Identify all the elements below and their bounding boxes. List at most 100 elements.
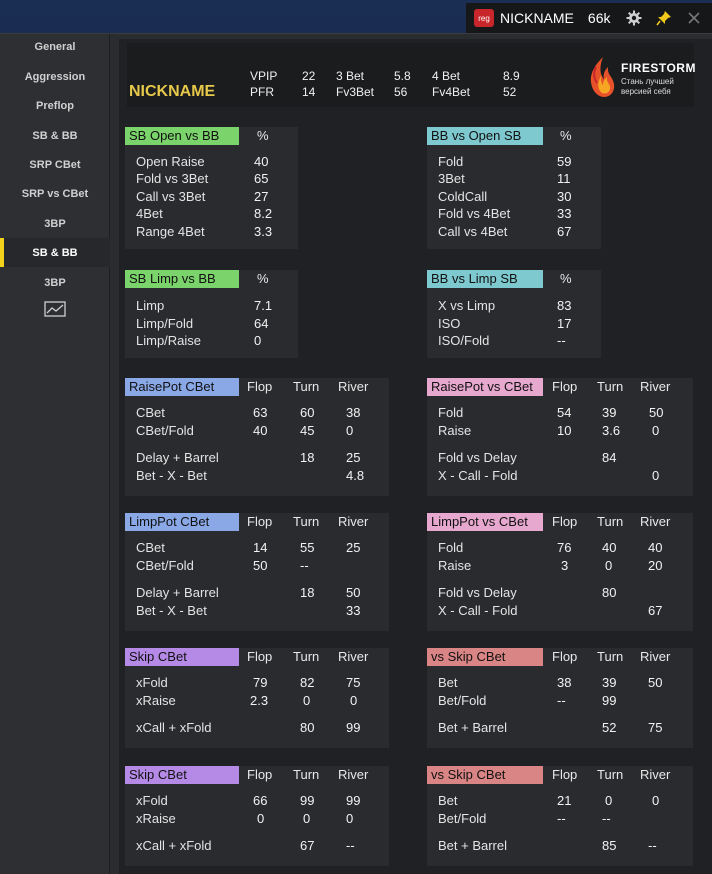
row-label: Limp/Fold	[136, 316, 194, 331]
row-value: 52	[602, 720, 617, 735]
panel-title: BB vs Limp SB	[427, 270, 543, 288]
row-value: 3.6	[602, 423, 621, 438]
chart-icon[interactable]	[0, 296, 110, 322]
row-label: xCall + xFold	[136, 838, 212, 853]
stat-label: Fv4Bet	[432, 85, 471, 99]
row-value: 14	[253, 540, 268, 555]
column-header: Flop	[552, 379, 578, 394]
panel-title: BB vs Open SB	[427, 127, 543, 145]
row-value: 0	[652, 793, 660, 808]
gear-icon[interactable]	[624, 8, 644, 28]
row-value: 2.3	[250, 693, 269, 708]
column-header: %	[257, 128, 269, 143]
row-value: 0	[346, 811, 354, 826]
row-label: Fold vs Delay	[438, 450, 517, 465]
panel-skip-cbet: Skip CBet Flop Turn River xFold 66 99 99…	[125, 766, 389, 866]
sidebar-item-label: SRP CBet	[29, 159, 81, 171]
sidebar-item-srp-vs-cbet[interactable]: SRP vs CBet	[0, 181, 110, 207]
column-header: Flop	[247, 379, 273, 394]
row-label: Bet/Fold	[438, 811, 487, 826]
row-label: X - Call - Fold	[438, 468, 518, 483]
row-value: --	[602, 811, 611, 826]
row-value: 25	[346, 450, 361, 465]
sidebar-item-srp-cbet[interactable]: SRP CBet	[0, 152, 110, 178]
row-value: 0	[350, 693, 358, 708]
row-value: 27	[254, 189, 269, 204]
close-icon[interactable]	[684, 8, 704, 28]
panel-vs-skip-cbet: vs Skip CBet Flop Turn River Bet 21 0 0 …	[427, 766, 693, 866]
row-label: Bet	[438, 793, 458, 808]
row-value: 84	[602, 450, 617, 465]
panel-raisepot-cbet: RaisePot CBet Flop Turn River CBet 63 60…	[125, 378, 389, 496]
column-header: Flop	[247, 514, 273, 529]
row-value: 50	[648, 675, 663, 690]
row-value: 50	[346, 585, 361, 600]
player-header: NICKNAME VPIP 22 PFR 14 3 Bet 5.8 Fv3Bet…	[127, 43, 695, 107]
row-value: 80	[300, 720, 315, 735]
row-value: 30	[557, 189, 572, 204]
row-value: 99	[602, 693, 617, 708]
sidebar-item-sb-bb-postflop[interactable]: SB & BB	[0, 238, 110, 267]
sidebar-item-aggression[interactable]: Aggression	[0, 64, 110, 90]
row-value: 17	[557, 316, 572, 331]
column-header: Turn	[293, 649, 320, 664]
row-label: Bet	[438, 675, 458, 690]
row-value: 83	[557, 298, 572, 313]
row-label: xRaise	[136, 693, 176, 708]
row-label: Fold	[438, 405, 464, 420]
sidebar-item-general[interactable]: General	[0, 34, 110, 60]
column-header: Flop	[247, 649, 273, 664]
column-header: Turn	[293, 514, 320, 529]
row-value: --	[346, 838, 355, 853]
sidebar-item-3bp-postflop[interactable]: 3BP	[0, 270, 110, 296]
row-value: 64	[254, 316, 269, 331]
column-header: Flop	[552, 767, 578, 782]
column-header: Turn	[597, 767, 624, 782]
sidebar-item-3bp[interactable]: 3BP	[0, 211, 110, 237]
stat-label: 3 Bet	[336, 69, 365, 83]
column-header: %	[560, 271, 572, 286]
row-value: 45	[300, 423, 315, 438]
panel-title: LimpPot CBet	[125, 513, 239, 531]
row-label: Bet + Barrel	[438, 720, 508, 735]
row-label: Open Raise	[136, 154, 205, 169]
sidebar-item-label: General	[34, 41, 76, 53]
row-label: Limp/Raise	[136, 333, 202, 348]
sidebar-item-label: Preflop	[36, 100, 74, 112]
stat-label: PFR	[250, 85, 274, 99]
row-label: Fold	[438, 540, 464, 555]
row-value: 18	[300, 585, 315, 600]
row-value: 85	[602, 838, 617, 853]
sidebar-item-label: Aggression	[24, 71, 86, 83]
player-nickname: NICKNAME	[129, 83, 216, 100]
sidebar-item-preflop[interactable]: Preflop	[0, 93, 110, 119]
row-value: 75	[648, 720, 663, 735]
row-value: 8.2	[254, 206, 273, 221]
row-value: 0	[303, 811, 311, 826]
stat-value: 52	[503, 85, 517, 99]
hands-count: 66k	[587, 10, 611, 26]
stat-value: 56	[394, 85, 408, 99]
row-value: 0	[303, 693, 311, 708]
flame-icon	[587, 55, 617, 104]
row-label: Bet - X - Bet	[136, 468, 207, 483]
title-bar: reg NICKNAME 66k	[466, 3, 712, 33]
row-label: ColdCall	[438, 189, 488, 204]
row-label: Bet - X - Bet	[136, 603, 207, 618]
row-value: 60	[300, 405, 315, 420]
panel-sb-open-vs-bb: SB Open vs BB % Open Raise 40 Fold vs 3B…	[125, 127, 298, 249]
panel-sb-limp-vs-bb: SB Limp vs BB % Limp 7.1 Limp/Fold 64 Li…	[125, 270, 298, 358]
row-label: ISO/Fold	[438, 333, 490, 348]
panel-limppot-vs-cbet: LimpPot vs CBet Flop Turn River Fold 76 …	[427, 513, 693, 631]
row-value: 0	[652, 423, 660, 438]
column-header: River	[640, 767, 671, 782]
column-header: River	[640, 649, 671, 664]
row-value: 65	[254, 171, 269, 186]
pin-icon[interactable]	[654, 8, 674, 28]
sidebar-item-sb-bb[interactable]: SB & BB	[0, 123, 110, 149]
row-label: xRaise	[136, 811, 176, 826]
row-label: xFold	[136, 793, 168, 808]
panel-title: LimpPot vs CBet	[427, 513, 543, 531]
column-header: River	[338, 767, 369, 782]
panel-vs-skip-cbet: vs Skip CBet Flop Turn River Bet 38 39 5…	[427, 648, 693, 748]
